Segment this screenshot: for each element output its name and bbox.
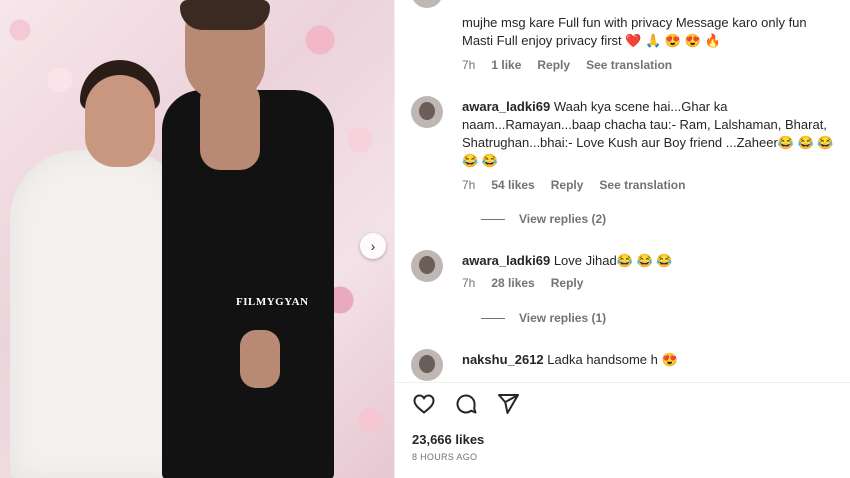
comment-meta: 7h 54 likes Reply See translation bbox=[462, 178, 685, 192]
comment-text-part: Masti Full enjoy privacy first bbox=[462, 33, 622, 48]
comment-text-line: mujhe msg kare Full fun with privacy Mes… bbox=[462, 15, 807, 30]
view-replies-button[interactable]: View replies (1) bbox=[481, 311, 606, 325]
like-button[interactable] bbox=[412, 392, 436, 416]
reply-button[interactable]: Reply bbox=[551, 276, 584, 290]
see-translation-button[interactable]: See translation bbox=[586, 58, 672, 72]
avatar[interactable] bbox=[411, 96, 443, 128]
woman-face bbox=[85, 75, 155, 167]
post-timestamp: 8 HOURS AGO bbox=[412, 452, 478, 462]
reply-button[interactable]: Reply bbox=[551, 178, 584, 192]
comment-text: awara_ladki69 Love Jihad😂 😂 😂 bbox=[462, 252, 847, 270]
man-hair bbox=[180, 0, 270, 30]
action-bar bbox=[412, 392, 520, 416]
comment-text: awara_ladki69 Waah kya scene hai...Ghar … bbox=[462, 98, 847, 170]
send-icon bbox=[498, 394, 519, 414]
replies-divider bbox=[481, 317, 505, 319]
man-hand bbox=[240, 330, 280, 388]
comment-likes[interactable]: 28 likes bbox=[491, 276, 534, 290]
comment-meta: 7h 1 like Reply See translation bbox=[462, 58, 672, 72]
replies-divider bbox=[481, 218, 505, 220]
avatar[interactable] bbox=[411, 250, 443, 282]
avatar[interactable] bbox=[411, 0, 443, 8]
comment-meta: 7h 28 likes Reply bbox=[462, 276, 583, 290]
share-button[interactable] bbox=[496, 392, 520, 416]
comment-username[interactable]: awara_ladki69 bbox=[462, 253, 550, 268]
view-replies-label: View replies (2) bbox=[519, 212, 607, 226]
comment-button[interactable] bbox=[454, 392, 478, 416]
divider bbox=[395, 382, 850, 383]
chevron-right-icon: › bbox=[370, 238, 376, 254]
carousel-next-button[interactable]: › bbox=[360, 233, 386, 259]
see-translation-button[interactable]: See translation bbox=[599, 178, 685, 192]
comment-time: 7h bbox=[462, 276, 476, 290]
reply-button[interactable]: Reply bbox=[537, 58, 570, 72]
comment-body: Love Jihad😂 😂 😂 bbox=[553, 253, 673, 268]
comment-text-line: Masti Full enjoy privacy first ❤️ 🙏 😍 😍 … bbox=[462, 32, 847, 50]
view-replies-button[interactable]: View replies (2) bbox=[481, 212, 606, 226]
comment-text: nakshu_2612 Ladka handsome h 😍 bbox=[462, 351, 847, 369]
comment-username[interactable]: awara_ladki69 bbox=[462, 99, 550, 114]
comment-icon bbox=[456, 394, 477, 414]
comment-emojis: ❤️ 🙏 😍 😍 🔥 bbox=[625, 33, 721, 48]
heart-icon bbox=[413, 394, 435, 414]
view-replies-label: View replies (1) bbox=[519, 311, 607, 325]
avatar[interactable] bbox=[411, 349, 443, 381]
comments-panel: mujhe msg kare Full fun with privacy Mes… bbox=[394, 0, 850, 478]
comment-time: 7h bbox=[462, 58, 476, 72]
comment-likes[interactable]: 1 like bbox=[491, 58, 521, 72]
post-photo: FILMYGYAN › bbox=[0, 0, 394, 478]
photo-watermark: FILMYGYAN bbox=[236, 296, 309, 308]
comment-username[interactable]: nakshu_2612 bbox=[462, 352, 544, 367]
post-likes-count[interactable]: 23,666 likes bbox=[412, 432, 484, 447]
comment-likes[interactable]: 54 likes bbox=[491, 178, 534, 192]
comment-body: Ladka handsome h 😍 bbox=[547, 352, 678, 367]
comment-time: 7h bbox=[462, 178, 476, 192]
comment-text: mujhe msg kare Full fun with privacy Mes… bbox=[462, 14, 847, 50]
